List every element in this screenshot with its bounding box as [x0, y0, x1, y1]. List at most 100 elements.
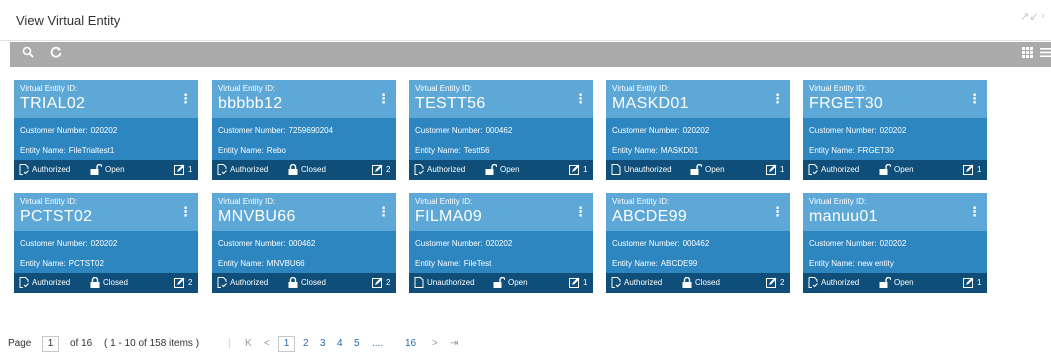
edit-count-value: 1 [583, 278, 588, 287]
entity-name: Entity Name: Rebo [218, 146, 286, 155]
customer-number: Customer Number: 020202 [20, 239, 117, 248]
entity-name-label: Entity Name: [809, 259, 855, 268]
virtual-entity-id: PCTST02 [20, 208, 93, 225]
page-link-2[interactable]: 2 [303, 337, 309, 351]
edit-count[interactable]: 2 [372, 277, 390, 289]
page-link-16[interactable]: 16 [405, 337, 416, 351]
list-view-icon[interactable] [1040, 46, 1051, 62]
edit-icon[interactable] [174, 277, 188, 289]
edit-count[interactable]: 1 [963, 164, 981, 176]
prev-page-button[interactable]: < [264, 337, 270, 351]
edit-count[interactable]: 2 [372, 164, 390, 176]
page-link-4[interactable]: 4 [337, 337, 343, 351]
card-body: Customer Number: 000462 Entity Name: ABCDE9… [606, 231, 790, 273]
kebab-menu-icon[interactable]: ⋮ [179, 91, 192, 107]
refresh-icon[interactable] [50, 46, 62, 62]
edit-count[interactable]: 1 [766, 164, 784, 176]
kebab-menu-icon[interactable]: ⋮ [771, 204, 784, 220]
page-link-1[interactable]: 1 [278, 336, 295, 352]
grid-view-icon[interactable] [1022, 46, 1033, 62]
authorization-status-text: Authorized [624, 278, 663, 287]
edit-icon[interactable] [174, 164, 188, 176]
lock-open-icon [90, 164, 105, 176]
entity-card[interactable]: Virtual Entity ID: TRIAL02 ⋮ Customer Numbe… [14, 80, 198, 180]
virtual-entity-id-label: Virtual Entity ID: [415, 84, 473, 93]
entity-name: Entity Name: MASKD01 [612, 146, 698, 155]
entity-card[interactable]: Virtual Entity ID: MNVBU66 ⋮ Customer Numbe… [212, 193, 396, 293]
virtual-entity-id-label: Virtual Entity ID: [612, 84, 670, 93]
kebab-menu-icon[interactable]: ⋮ [968, 204, 981, 220]
edit-count[interactable]: 1 [569, 277, 587, 289]
kebab-menu-icon[interactable]: ⋮ [377, 91, 390, 107]
edit-icon[interactable] [372, 277, 386, 289]
unauthorized-doc-icon [414, 277, 427, 289]
next-page-button[interactable]: > [432, 337, 438, 351]
page-link-3[interactable]: 3 [320, 337, 326, 351]
authorized-doc-icon [414, 164, 427, 176]
entity-name-label: Entity Name: [415, 146, 461, 155]
entity-card[interactable]: Virtual Entity ID: TESTT56 ⋮ Customer Numbe… [409, 80, 593, 180]
close-icon[interactable]: › [1041, 10, 1045, 22]
edit-count[interactable]: 1 [174, 164, 192, 176]
page-number-input[interactable]: 1 [42, 336, 59, 352]
lock-status-text: Closed [301, 278, 326, 287]
card-header: Virtual Entity ID: MNVBU66 ⋮ [212, 193, 396, 231]
authorization-status: Authorized [19, 164, 70, 176]
entity-card[interactable]: Virtual Entity ID: PCTST02 ⋮ Customer Numbe… [14, 193, 198, 293]
edit-count-value: 1 [977, 165, 982, 174]
entity-card[interactable]: Virtual Entity ID: ABCDE99 ⋮ Customer Numbe… [606, 193, 790, 293]
entity-name: Entity Name: PCTST02 [20, 259, 104, 268]
edit-count-value: 2 [386, 278, 391, 287]
edit-count[interactable]: 1 [569, 164, 587, 176]
collapse-icon[interactable]: ↗↙ [1020, 10, 1038, 23]
kebab-menu-icon[interactable]: ⋮ [968, 91, 981, 107]
entity-name: Entity Name: FRGET30 [809, 146, 894, 155]
entity-card[interactable]: Virtual Entity ID: manuu01 ⋮ Customer Numbe… [803, 193, 987, 293]
unauthorized-doc-icon [611, 164, 624, 176]
edit-icon[interactable] [963, 164, 977, 176]
kebab-menu-icon[interactable]: ⋮ [179, 204, 192, 220]
entity-card[interactable]: Virtual Entity ID: bbbbb12 ⋮ Customer Numbe… [212, 80, 396, 180]
edit-icon[interactable] [766, 164, 780, 176]
kebab-menu-icon[interactable]: ⋮ [574, 91, 587, 107]
entity-card[interactable]: Virtual Entity ID: FRGET30 ⋮ Customer Numbe… [803, 80, 987, 180]
authorized-doc-icon [19, 277, 32, 289]
authorization-status-text: Authorized [427, 165, 466, 174]
edit-icon[interactable] [569, 164, 583, 176]
authorized-doc-icon [611, 277, 624, 289]
customer-number-value: 020202 [879, 126, 907, 135]
kebab-menu-icon[interactable]: ⋮ [771, 91, 784, 107]
edit-count[interactable]: 2 [174, 277, 192, 289]
lock-open-icon [879, 277, 894, 289]
entity-card[interactable]: Virtual Entity ID: MASKD01 ⋮ Customer Numbe… [606, 80, 790, 180]
edit-icon[interactable] [569, 277, 583, 289]
edit-icon[interactable] [372, 164, 386, 176]
virtual-entity-id-label: Virtual Entity ID: [218, 84, 276, 93]
last-page-button[interactable]: ⇥ [450, 337, 458, 351]
authorized-doc-icon [808, 277, 821, 289]
card-body: Customer Number: 020202 Entity Name: FileTr… [14, 118, 198, 160]
kebab-menu-icon[interactable]: ⋮ [377, 204, 390, 220]
edit-icon[interactable] [766, 277, 780, 289]
card-body: Customer Number: 000462 Entity Name: MNVBU6… [212, 231, 396, 273]
kebab-menu-icon[interactable]: ⋮ [574, 204, 587, 220]
card-footer: Unauthorized Open 1 [606, 160, 790, 180]
edit-count[interactable]: 2 [766, 277, 784, 289]
entity-card[interactable]: Virtual Entity ID: FILMA09 ⋮ Customer Numbe… [409, 193, 593, 293]
items-info: ( 1 - 10 of 158 items ) [104, 338, 200, 349]
search-icon[interactable] [22, 46, 34, 62]
page-label: Page [8, 338, 32, 349]
page-link-5[interactable]: 5 [354, 337, 360, 351]
customer-number-value: 7259690204 [288, 126, 334, 135]
edit-icon[interactable] [963, 277, 977, 289]
authorization-status: Authorized [414, 164, 465, 176]
authorized-doc-icon [808, 164, 821, 176]
edit-count[interactable]: 1 [963, 277, 981, 289]
authorization-status-text: Authorized [821, 278, 860, 287]
customer-number: Customer Number: 020202 [20, 126, 117, 135]
lock-status: Open [879, 164, 914, 176]
card-body: Customer Number: 020202 Entity Name: PCTST0… [14, 231, 198, 273]
pagination: Page 1 of 16 ( 1 - 10 of 158 items ) | K… [0, 336, 1051, 352]
lock-status: Open [690, 164, 725, 176]
first-page-button[interactable]: K [245, 337, 252, 351]
